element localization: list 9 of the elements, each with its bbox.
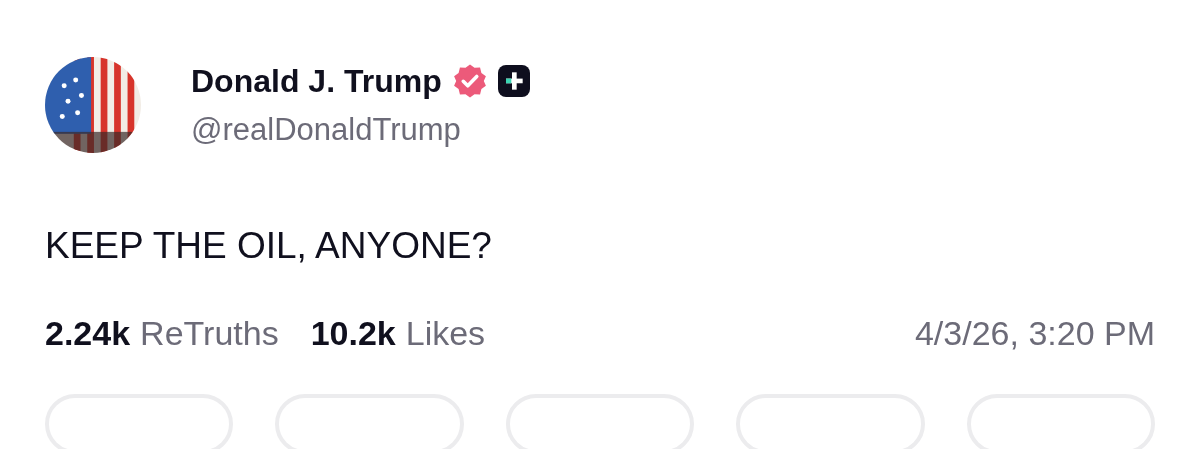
post-text: KEEP THE OIL, ANYONE? bbox=[45, 225, 493, 267]
author-handle[interactable]: @realDonaldTrump bbox=[191, 111, 530, 148]
author-name[interactable]: Donald J. Trump bbox=[191, 62, 442, 100]
stat-label[interactable]: ReTruths bbox=[140, 314, 279, 353]
stat-count: 10.2k bbox=[310, 314, 396, 353]
stat-label[interactable]: Likes bbox=[405, 314, 486, 353]
stat-count: 2.24k bbox=[45, 314, 131, 353]
timestamp: 4/3/26, 3:20 PM bbox=[914, 314, 1155, 353]
plus-icon bbox=[497, 65, 530, 97]
